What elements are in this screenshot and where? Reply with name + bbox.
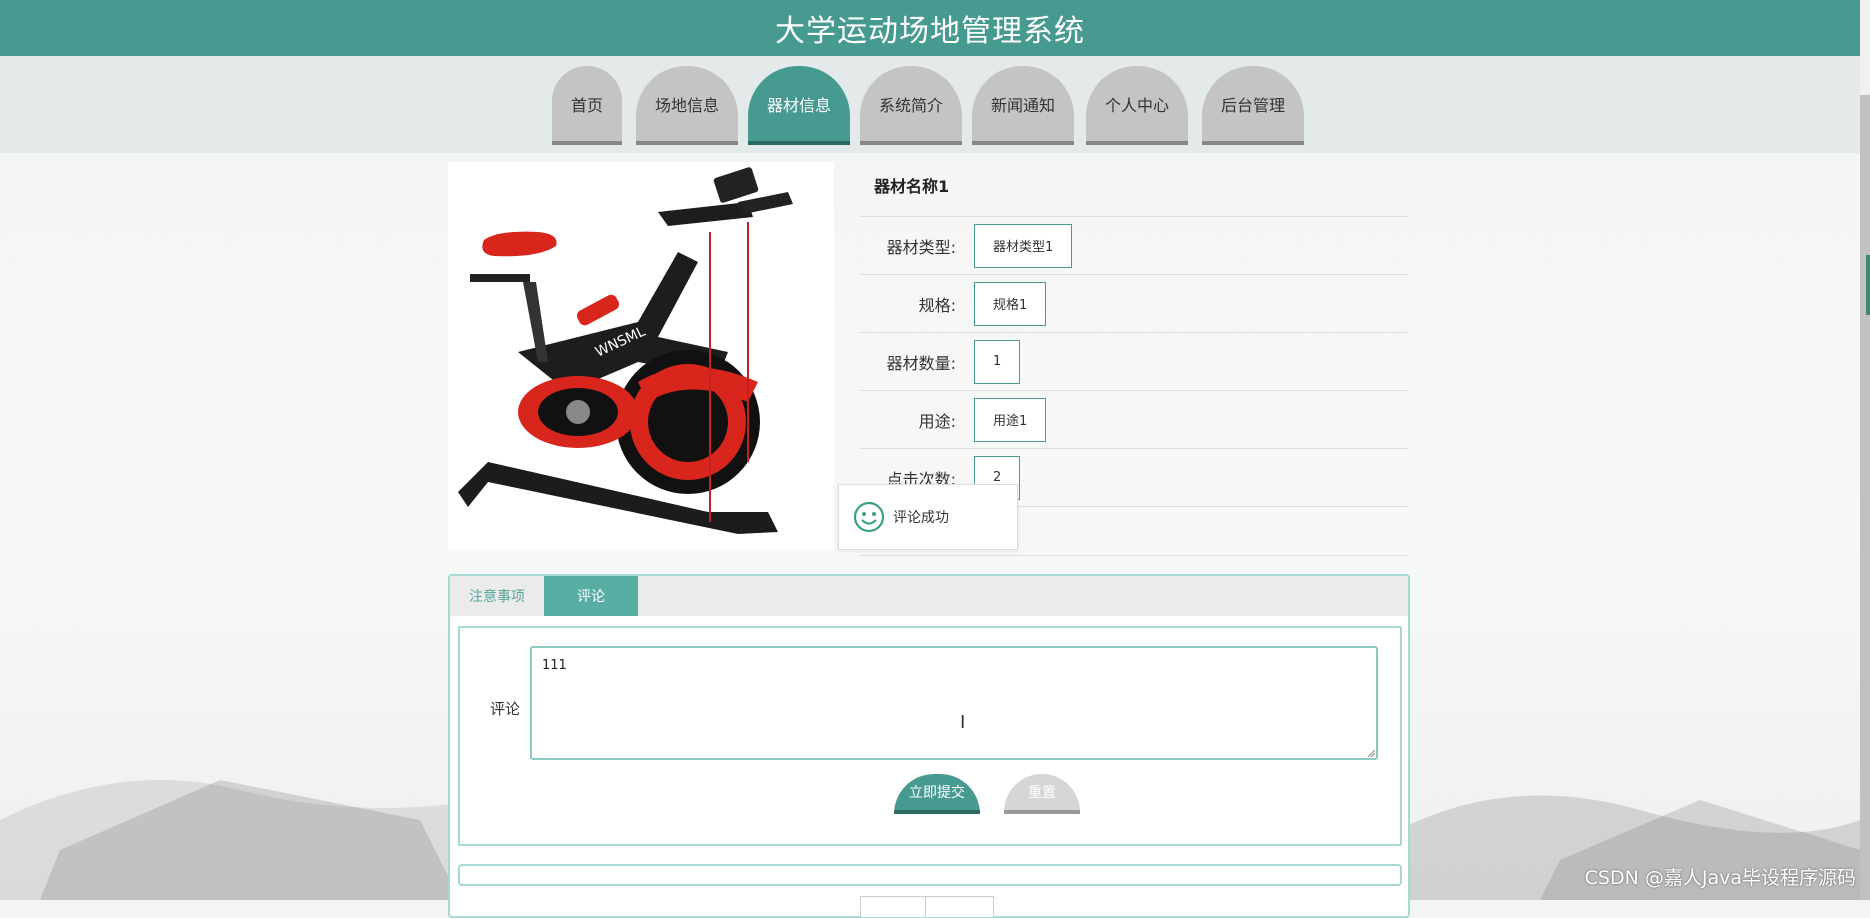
nav-venue-info[interactable]: 场地信息: [636, 66, 738, 145]
tab-bar: 注意事项 评论: [450, 576, 1408, 616]
equipment-image: WNSML: [448, 162, 834, 550]
info-value: 用途1: [974, 397, 1047, 442]
page-scrollbar[interactable]: [1860, 0, 1870, 900]
text-cursor-icon: I: [960, 712, 966, 733]
main-nav: 首页 场地信息 器材信息 系统简介 新闻通知 个人中心 后台管理: [0, 66, 1860, 146]
comment-textarea[interactable]: 111: [530, 646, 1378, 760]
site-title: 大学运动场地管理系统: [775, 14, 1085, 49]
info-row-spec: 规格: 规格1: [860, 275, 1408, 333]
resize-grip-icon[interactable]: [1366, 748, 1376, 758]
equipment-name: 器材名称1: [860, 162, 1408, 217]
nav-system-intro[interactable]: 系统简介: [860, 66, 962, 145]
nav-equipment-info[interactable]: 器材信息: [748, 66, 850, 145]
info-row-usage: 用途: 用途1: [860, 391, 1408, 449]
nav-news[interactable]: 新闻通知: [972, 66, 1074, 145]
page-header: 大学运动场地管理系统: [0, 0, 1860, 56]
info-value: 规格1: [974, 281, 1047, 326]
comment-list-box: [458, 864, 1402, 886]
info-label: 用途:: [918, 411, 956, 431]
nav-home[interactable]: 首页: [552, 66, 622, 145]
reset-button[interactable]: 重置: [1004, 774, 1080, 814]
scrollbar-marker: [1866, 255, 1870, 315]
exercise-bike-photo: WNSML: [458, 167, 793, 534]
nav-personal-center[interactable]: 个人中心: [1086, 66, 1188, 145]
comment-label: 评论: [490, 700, 521, 718]
watermark: CSDN @嘉人Java毕设程序源码: [1584, 867, 1856, 889]
detail-tabs-panel: 注意事项 评论 评论 111 I 立即提交 重置: [448, 574, 1410, 918]
info-label: 器材类型:: [886, 237, 956, 257]
info-row-type: 器材类型: 器材类型1: [860, 217, 1408, 275]
tab-notes[interactable]: 注意事项: [450, 576, 544, 616]
info-value: 1: [974, 339, 1021, 384]
tab-comments[interactable]: 评论: [544, 576, 638, 616]
info-label: 器材数量:: [886, 353, 956, 373]
info-row-quantity: 器材数量: 1: [860, 333, 1408, 391]
nav-admin[interactable]: 后台管理: [1202, 66, 1304, 145]
comment-form: 评论 111 I 立即提交 重置: [458, 626, 1402, 846]
info-label: 规格:: [918, 295, 956, 315]
pagination[interactable]: [860, 896, 994, 917]
scrollbar-thumb[interactable]: [1860, 95, 1870, 900]
info-value: 器材类型1: [974, 223, 1073, 268]
submit-button[interactable]: 立即提交: [894, 774, 980, 814]
smile-icon: [853, 501, 885, 533]
toast-message: 评论成功: [893, 510, 949, 526]
success-toast: 评论成功: [838, 484, 1018, 550]
